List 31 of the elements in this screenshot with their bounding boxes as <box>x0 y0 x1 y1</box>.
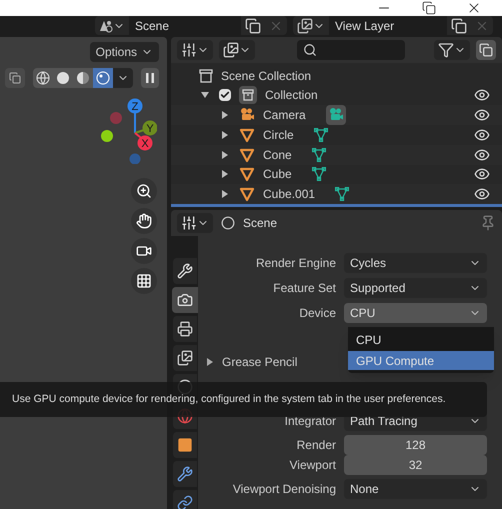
outliner-item-label[interactable]: Scene Collection <box>221 66 312 84</box>
outliner-item-label[interactable]: Collection <box>265 86 318 104</box>
scene-name-field[interactable]: Scene <box>129 16 241 35</box>
field-label: Device <box>298 305 336 322</box>
axis-label: Y <box>146 123 154 135</box>
field-label: Feature Set <box>272 280 336 297</box>
dropdown-field[interactable]: Supported <box>344 278 487 298</box>
dropdown-field[interactable]: Cycles <box>344 253 487 273</box>
field-label: Viewport Denoising <box>232 481 336 498</box>
field-label: Render Engine <box>254 255 336 272</box>
dropdown-field[interactable]: CPU <box>344 303 487 323</box>
axis-gizmo[interactable]: Z Y X <box>85 96 157 164</box>
outliner-item-label[interactable]: Cube.001 <box>263 185 316 204</box>
axis-label: Z <box>132 101 138 113</box>
outliner-item-label[interactable]: Cube <box>263 165 292 184</box>
menu-item[interactable]: CPU <box>348 330 494 349</box>
field-label: Viewport <box>288 457 336 474</box>
axis-label: X <box>141 138 149 150</box>
view-layer-name-field[interactable]: View Layer <box>329 16 447 35</box>
outliner-item-label[interactable]: Cone <box>263 146 292 164</box>
dropdown-field[interactable]: None <box>344 479 487 499</box>
outliner-item-label[interactable]: Circle <box>263 126 294 144</box>
field-label: Render <box>296 437 336 454</box>
properties-title: Scene <box>243 215 278 232</box>
outliner-item-label[interactable]: Camera <box>263 106 306 124</box>
tooltip: Use GPU compute device for rendering, configured in the system tab in the user preferences. <box>0 382 487 417</box>
options-button[interactable]: Options <box>90 42 159 62</box>
section-title[interactable]: Grease Pencil <box>222 353 298 371</box>
menu-item[interactable]: GPU Compute <box>348 351 494 370</box>
number-field[interactable]: 128 <box>344 435 487 455</box>
number-field[interactable]: 32 <box>344 455 487 475</box>
